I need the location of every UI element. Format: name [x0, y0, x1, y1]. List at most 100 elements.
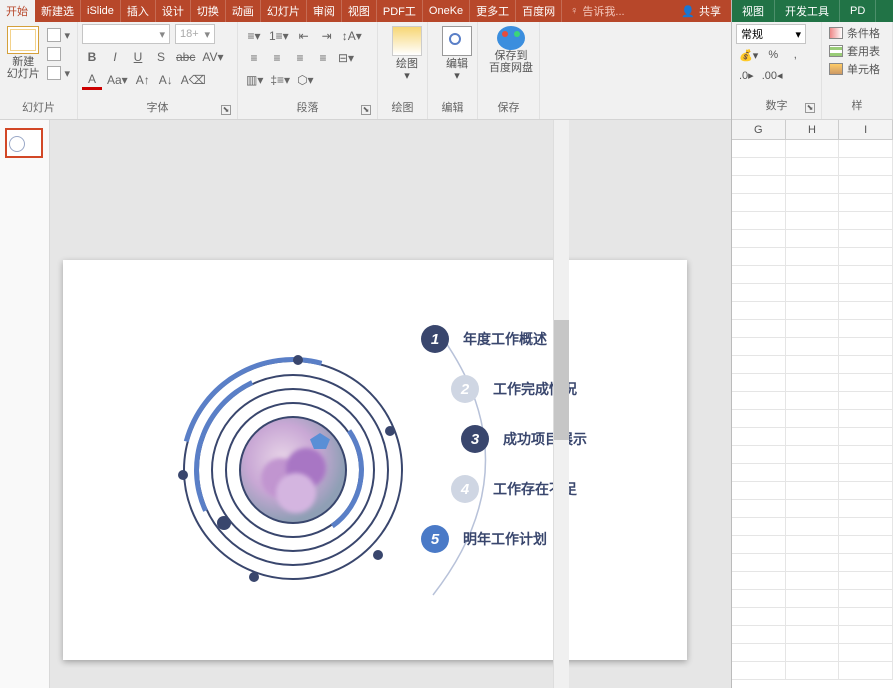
cell[interactable] — [732, 230, 786, 247]
cell[interactable] — [732, 374, 786, 391]
xl-tab-pdf[interactable]: PD — [840, 0, 876, 22]
cell[interactable] — [839, 356, 893, 373]
comma-button[interactable]: , — [785, 46, 805, 64]
cell[interactable] — [732, 464, 786, 481]
cell[interactable] — [786, 536, 840, 553]
clear-format-button[interactable]: A⌫ — [179, 70, 208, 90]
cell[interactable] — [839, 500, 893, 517]
tab-islide[interactable]: iSlide — [81, 0, 121, 22]
table-row[interactable] — [732, 176, 893, 194]
table-row[interactable] — [732, 374, 893, 392]
tab-insert[interactable]: 插入 — [121, 0, 156, 22]
cell[interactable] — [786, 302, 840, 319]
tab-baidu[interactable]: 百度网 — [516, 0, 562, 22]
bold-button[interactable]: B — [82, 47, 102, 67]
cell[interactable] — [839, 608, 893, 625]
cell[interactable] — [839, 446, 893, 463]
xl-grid[interactable]: G H I — [732, 120, 893, 688]
cell[interactable] — [786, 212, 840, 229]
cell[interactable] — [732, 608, 786, 625]
cell[interactable] — [839, 626, 893, 643]
table-row[interactable] — [732, 536, 893, 554]
vertical-scrollbar[interactable] — [553, 120, 569, 688]
cell[interactable] — [839, 158, 893, 175]
tab-new[interactable]: 新建选 — [35, 0, 81, 22]
cell[interactable] — [786, 230, 840, 247]
cell[interactable] — [786, 464, 840, 481]
cell[interactable] — [786, 338, 840, 355]
tab-slideshow[interactable]: 幻灯片 — [261, 0, 307, 22]
cell[interactable] — [839, 410, 893, 427]
percent-button[interactable]: % — [763, 46, 783, 64]
tab-transition[interactable]: 切换 — [191, 0, 226, 22]
scroll-thumb[interactable] — [554, 320, 569, 440]
cell[interactable] — [732, 302, 786, 319]
align-center-button[interactable]: ≡ — [267, 48, 287, 68]
table-row[interactable] — [732, 554, 893, 572]
cell[interactable] — [732, 176, 786, 193]
cell[interactable] — [839, 374, 893, 391]
line-spacing-button[interactable]: ‡≡▾ — [268, 70, 292, 90]
tab-onekey[interactable]: OneKe — [423, 0, 470, 22]
table-row[interactable] — [732, 320, 893, 338]
cell[interactable] — [786, 500, 840, 517]
save-baidu-button[interactable]: 保存到 百度网盘 — [482, 24, 540, 76]
decrease-decimal-button[interactable]: .00◂ — [759, 66, 786, 84]
cell[interactable] — [732, 266, 786, 283]
table-row[interactable] — [732, 248, 893, 266]
table-row[interactable] — [732, 644, 893, 662]
share-button[interactable]: 👤 共享 — [671, 0, 731, 22]
cell[interactable] — [839, 338, 893, 355]
cell[interactable] — [786, 608, 840, 625]
reset-button[interactable] — [44, 45, 73, 63]
cell[interactable] — [839, 536, 893, 553]
col-header-h[interactable]: H — [786, 120, 840, 139]
cell[interactable] — [786, 410, 840, 427]
shadow-button[interactable]: S — [151, 47, 171, 67]
layout-button[interactable]: ▾ — [44, 26, 73, 44]
strike-button[interactable]: abc — [174, 47, 197, 67]
tab-animation[interactable]: 动画 — [226, 0, 261, 22]
table-row[interactable] — [732, 338, 893, 356]
table-row[interactable] — [732, 410, 893, 428]
table-row[interactable] — [732, 158, 893, 176]
cell[interactable] — [839, 482, 893, 499]
cell[interactable] — [786, 446, 840, 463]
table-row[interactable] — [732, 500, 893, 518]
tab-review[interactable]: 审阅 — [307, 0, 342, 22]
cell[interactable] — [786, 248, 840, 265]
table-row[interactable] — [732, 230, 893, 248]
table-row[interactable] — [732, 626, 893, 644]
cell[interactable] — [839, 194, 893, 211]
align-right-button[interactable]: ≡ — [290, 48, 310, 68]
table-row[interactable] — [732, 428, 893, 446]
tab-pdf[interactable]: PDF工 — [377, 0, 423, 22]
cell[interactable] — [839, 248, 893, 265]
cell[interactable] — [732, 194, 786, 211]
cell[interactable] — [839, 392, 893, 409]
cell[interactable] — [839, 518, 893, 535]
cell[interactable] — [786, 194, 840, 211]
cell[interactable] — [786, 590, 840, 607]
cell[interactable] — [786, 662, 840, 679]
table-row[interactable] — [732, 302, 893, 320]
cell[interactable] — [839, 320, 893, 337]
cell[interactable] — [786, 428, 840, 445]
number-format-combo[interactable]: 常规▾ — [736, 24, 806, 44]
table-row[interactable] — [732, 194, 893, 212]
cell[interactable] — [839, 464, 893, 481]
increase-font-button[interactable]: A↑ — [133, 70, 153, 90]
cell[interactable] — [732, 284, 786, 301]
cell[interactable] — [732, 554, 786, 571]
xl-tab-dev[interactable]: 开发工具 — [775, 0, 840, 22]
table-row[interactable] — [732, 212, 893, 230]
cell[interactable] — [839, 266, 893, 283]
cell[interactable] — [786, 626, 840, 643]
cell[interactable] — [732, 320, 786, 337]
cell[interactable] — [732, 626, 786, 643]
section-button[interactable]: ▾ — [44, 64, 73, 82]
cell[interactable] — [786, 554, 840, 571]
cell[interactable] — [732, 572, 786, 589]
align-text-button[interactable]: ⊟▾ — [336, 48, 356, 68]
cell[interactable] — [732, 410, 786, 427]
